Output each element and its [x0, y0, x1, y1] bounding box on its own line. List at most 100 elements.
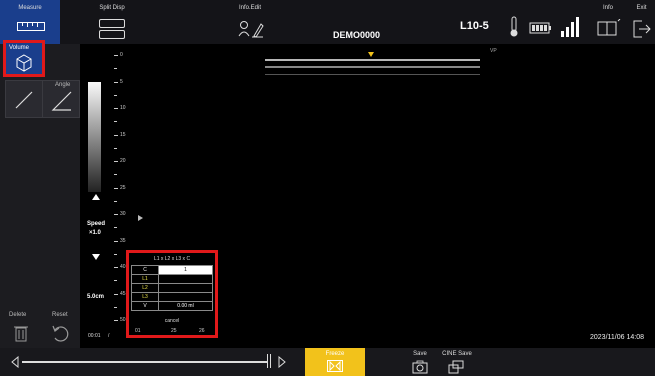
- measurement-row-value: [158, 274, 213, 284]
- split-display-label: Split Disp: [99, 5, 125, 11]
- freeze-label: Freeze: [325, 351, 345, 357]
- depth-tick-major: [114, 81, 118, 83]
- cine-save-button[interactable]: CINE Save: [440, 348, 474, 376]
- thermometer-icon: [510, 16, 518, 37]
- depth-tick-minor: [114, 147, 117, 149]
- cine-play-marker[interactable]: [138, 215, 143, 221]
- depth-tick-major: [114, 267, 118, 268]
- depth-tick-minor: [114, 200, 117, 202]
- save-button[interactable]: Save: [405, 348, 435, 376]
- exit-button[interactable]: Exit: [628, 0, 655, 44]
- info-button[interactable]: Info: [592, 0, 624, 44]
- speed-label: Speed: [87, 221, 106, 227]
- exit-label: Exit: [636, 5, 647, 11]
- measurement-row-label: L2: [131, 283, 159, 293]
- depth-tick-label: 45: [120, 290, 126, 297]
- patient-id: DEMO0000: [333, 30, 381, 40]
- measurement-row-value: [158, 283, 213, 293]
- depth-tick-minor: [114, 174, 117, 176]
- patient-edit-icon: [238, 21, 264, 38]
- volume-measurement-panel: L1 x L2 x L3 x C C 1 L1 L2 L3 V 0.00 ml cancel…: [126, 250, 218, 338]
- exit-icon: [633, 20, 651, 38]
- cine-slider-track[interactable]: [22, 361, 267, 363]
- depth-label: 5.0cm: [87, 294, 105, 300]
- measure-button[interactable]: Measure: [0, 0, 60, 44]
- grayscale-bar: [88, 82, 101, 192]
- measurement-row-value[interactable]: 1: [158, 265, 213, 275]
- split-display-button[interactable]: Split Disp: [90, 0, 134, 44]
- depth-tick-label: 10: [120, 105, 126, 111]
- measurement-title: L1 x L2 x L3 x C: [153, 256, 191, 262]
- measurement-row-label: L1: [131, 274, 159, 284]
- depth-tick-label: 15: [120, 131, 126, 138]
- volume-highlight-box: [3, 40, 45, 77]
- depth-tick-label: 20: [120, 158, 126, 164]
- battery-icon: [529, 22, 551, 34]
- cine-save-label: CINE Save: [442, 351, 472, 357]
- depth-tick-label: 35: [120, 237, 126, 244]
- ruler-icon: [17, 22, 45, 31]
- trash-icon: [14, 326, 28, 342]
- camera-icon: [412, 360, 428, 374]
- probe-name: L10-5: [460, 20, 489, 32]
- cine-save-icon: [448, 360, 464, 374]
- depth-tick-major: [114, 240, 118, 242]
- depth-tick-label: 40: [120, 264, 126, 270]
- vp-marker: VP: [490, 48, 497, 54]
- distance-tool-button[interactable]: [5, 80, 43, 118]
- delete-label: Delete: [9, 312, 27, 318]
- measurement-row: L2: [131, 283, 213, 293]
- image-area[interactable]: Speed ×1.0 5.0cm 00:01 / 0 5 10 15 20 25 30 35 4…: [80, 44, 655, 348]
- measurement-row: V 0.00 ml: [131, 301, 213, 311]
- depth-tick-minor: [114, 121, 117, 123]
- depth-tick-minor: [114, 253, 117, 255]
- depth-tick-minor: [114, 280, 117, 282]
- speed-value: ×1.0: [89, 230, 101, 236]
- bottom-bar: Freeze Save CINE Save: [0, 348, 655, 376]
- cine-slider-handle[interactable]: [267, 354, 271, 368]
- depth-tick-label: 30: [120, 211, 126, 217]
- measure-label: Measure: [18, 5, 42, 11]
- image-top-line: [265, 59, 480, 61]
- timeline-value: 25: [171, 328, 177, 334]
- reset-button[interactable]: Reset: [42, 312, 76, 346]
- cancel-button[interactable]: cancel: [126, 318, 218, 324]
- undo-icon: [52, 325, 69, 342]
- focus-marker: [368, 52, 374, 57]
- measurement-table: C 1 L1 L2 L3 V 0.00 ml: [131, 265, 213, 311]
- speed-down-arrow[interactable]: [92, 254, 100, 260]
- depth-tick-minor: [114, 68, 117, 70]
- angle-label: Angle: [55, 82, 71, 88]
- depth-tick-major: [114, 55, 118, 56]
- line-icon: [15, 91, 33, 109]
- measurement-row-value: 0.00 ml: [158, 301, 213, 311]
- delete-button[interactable]: Delete: [5, 312, 39, 346]
- measurement-sidebar: Volume Angle Delete Reset: [0, 40, 80, 348]
- split-screen-icon: [99, 19, 125, 28]
- cine-back-icon[interactable]: [10, 356, 20, 368]
- speed-up-arrow[interactable]: [92, 194, 100, 200]
- image-top-line-3: [265, 74, 480, 75]
- depth-tick-major: [114, 214, 118, 215]
- cine-forward-icon[interactable]: [277, 356, 287, 368]
- save-label: Save: [413, 351, 427, 357]
- time-start: 00:01: [88, 333, 101, 339]
- info-edit-button[interactable]: Info.Edit: [228, 0, 272, 44]
- signal-icon: [561, 17, 579, 37]
- measurement-row: L1: [131, 274, 213, 284]
- freeze-button[interactable]: Freeze: [305, 348, 365, 376]
- angle-tool-button[interactable]: Angle: [42, 80, 80, 118]
- top-toolbar: Measure Split Disp Info.Edit DEMO0000 L1…: [0, 0, 655, 45]
- depth-tick-major: [114, 320, 118, 321]
- depth-tick-minor: [114, 227, 117, 229]
- reset-label: Reset: [52, 312, 68, 318]
- depth-tick-label: 5: [120, 78, 123, 85]
- book-icon: [597, 19, 621, 36]
- measurement-row: C1: [131, 265, 213, 275]
- depth-tick-major: [114, 134, 118, 136]
- depth-tick-major: [114, 161, 118, 162]
- timeline-value: 26: [199, 328, 205, 334]
- info-edit-label: Info.Edit: [238, 5, 261, 11]
- depth-tick-minor: [114, 306, 117, 308]
- timestamp: 2023/11/06 14:08: [590, 334, 644, 341]
